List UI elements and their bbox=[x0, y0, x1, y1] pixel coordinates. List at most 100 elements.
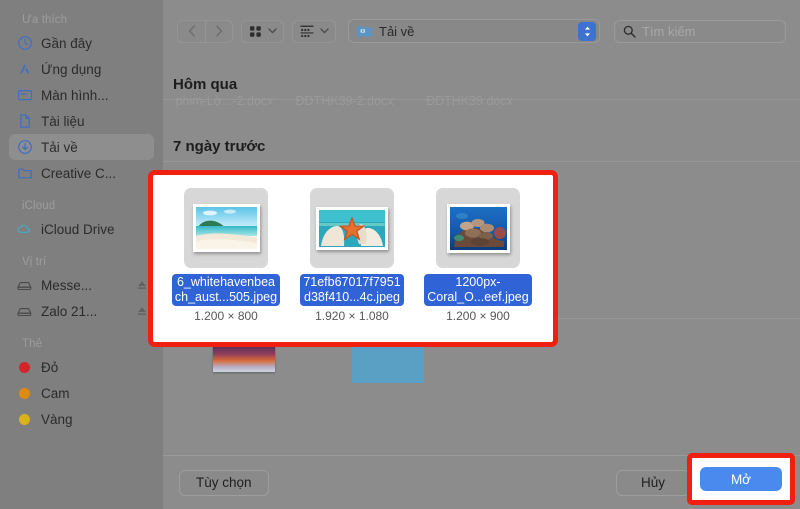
photo-frame bbox=[447, 204, 510, 253]
section-title: Hôm qua bbox=[163, 62, 800, 93]
thumbnail-tile bbox=[310, 188, 394, 268]
sidebar-item-documents[interactable]: Tài liệu bbox=[9, 108, 154, 134]
section-title: 7 ngày trước bbox=[163, 124, 800, 155]
file-name: 6_whitehavenbea ch_aust...505.jpeg bbox=[172, 274, 280, 306]
sidebar-group-title: Ưa thích bbox=[0, 14, 163, 30]
list-item[interactable] bbox=[324, 327, 449, 387]
sidebar-item-label: Gần đây bbox=[41, 36, 92, 51]
sidebar-group-locations: Vị trí Messe... Zalo 21... bbox=[0, 256, 163, 324]
sidebar: Ưa thích Gần đây Ứng dụng Màn hình... bbox=[0, 0, 163, 509]
sidebar-item-tag-red[interactable]: Đỏ bbox=[9, 354, 154, 380]
list-item-selected[interactable]: 6_whitehavenbea ch_aust...505.jpeg 1.200… bbox=[163, 184, 289, 323]
sidebar-item-label: Tải về bbox=[41, 140, 78, 155]
sidebar-item-label: Zalo 21... bbox=[41, 304, 97, 319]
sidebar-item-label: Ứng dụng bbox=[41, 62, 101, 77]
toolbar: Tải về Tìm kiếm bbox=[163, 0, 800, 62]
download-icon bbox=[16, 139, 33, 156]
list-item-selected[interactable]: 1200px- Coral_O...eef.jpeg 1.200 × 900 bbox=[415, 184, 541, 323]
chevron-down-icon bbox=[320, 28, 329, 34]
sidebar-item-recent[interactable]: Gần đây bbox=[9, 30, 154, 56]
file-name: 1200px- Coral_O...eef.jpeg bbox=[424, 274, 531, 306]
file-row bbox=[163, 327, 800, 387]
sidebar-item-desktop[interactable]: Màn hình... bbox=[9, 82, 154, 108]
disk-icon bbox=[16, 277, 33, 294]
search-input[interactable]: Tìm kiếm bbox=[614, 20, 786, 43]
thumbnail-sunset bbox=[213, 331, 275, 372]
tag-dot-red-icon bbox=[16, 359, 33, 376]
forward-button[interactable] bbox=[205, 21, 232, 42]
group-by-button[interactable] bbox=[292, 20, 336, 43]
options-button[interactable]: Tùy chọn bbox=[179, 470, 269, 496]
section-yesterday: Hôm qua phim-Lờ...-2.docx ĐDTHK39-2.docx… bbox=[163, 62, 800, 108]
photo-frame bbox=[193, 204, 260, 252]
file-name: ĐDTHK39.docx bbox=[426, 94, 513, 108]
appstore-icon bbox=[16, 61, 33, 78]
sidebar-item-label: Màn hình... bbox=[41, 88, 109, 103]
file-dimensions: 1.200 × 900 bbox=[446, 309, 510, 323]
chevron-right-icon bbox=[215, 25, 223, 37]
sidebar-item-tag-yellow[interactable]: Vàng bbox=[9, 406, 154, 432]
view-mode-button[interactable] bbox=[241, 20, 284, 43]
list-item[interactable]: ĐDTHK39-2.docx bbox=[282, 90, 407, 108]
file-name: phim-Lờ...-2.docx bbox=[176, 94, 274, 108]
thumbnail-tile bbox=[184, 188, 268, 268]
sidebar-item-label: Vàng bbox=[41, 412, 73, 427]
sidebar-group-title: Thẻ bbox=[0, 338, 163, 354]
sidebar-item-icloud-drive[interactable]: iCloud Drive bbox=[9, 216, 154, 242]
list-item[interactable]: phim-Lờ...-2.docx bbox=[167, 90, 282, 108]
folder-icon bbox=[350, 331, 424, 387]
sidebar-item-tag-orange[interactable]: Cam bbox=[9, 380, 154, 406]
folder-icon bbox=[16, 165, 33, 182]
chevron-down-icon bbox=[268, 28, 277, 34]
sidebar-group-tags: Thẻ Đỏ Cam Vàng bbox=[0, 338, 163, 432]
search-placeholder: Tìm kiếm bbox=[642, 24, 695, 39]
divider bbox=[163, 161, 800, 162]
section-last-7-days: 7 ngày trước bbox=[163, 124, 800, 162]
sidebar-item-label: Messe... bbox=[41, 278, 92, 293]
group-by-icon bbox=[299, 24, 315, 39]
sidebar-item-applications[interactable]: Ứng dụng bbox=[9, 56, 154, 82]
list-item[interactable] bbox=[181, 327, 306, 387]
sidebar-item-zalo[interactable]: Zalo 21... bbox=[9, 298, 154, 324]
sidebar-item-messe[interactable]: Messe... bbox=[9, 272, 154, 298]
tag-dot-yellow-icon bbox=[16, 411, 33, 428]
thumbnail-tile bbox=[436, 188, 520, 268]
sidebar-item-downloads[interactable]: Tải về bbox=[9, 134, 154, 160]
list-item[interactable]: ĐDTHK39.docx bbox=[407, 90, 532, 108]
eject-icon[interactable] bbox=[136, 305, 148, 317]
sidebar-item-label: iCloud Drive bbox=[41, 222, 115, 237]
thumbnail-coral bbox=[450, 207, 507, 250]
up-down-stepper-icon[interactable] bbox=[578, 22, 596, 41]
folder-icon bbox=[356, 24, 373, 38]
sidebar-item-label: Cam bbox=[41, 386, 70, 401]
sidebar-item-label: Creative C... bbox=[41, 166, 116, 181]
path-label: Tải về bbox=[379, 24, 414, 39]
desktop-icon bbox=[16, 87, 33, 104]
thumbnail-beach bbox=[196, 207, 257, 249]
cancel-button[interactable]: Hủy bbox=[616, 470, 690, 496]
path-popup-button[interactable]: Tải về bbox=[348, 19, 600, 43]
file-row: phim-Lờ...-2.docx ĐDTHK39-2.docx ĐDTHK39… bbox=[163, 90, 800, 108]
sidebar-item-creative-cloud[interactable]: Creative C... bbox=[9, 160, 154, 186]
sidebar-group-title: Vị trí bbox=[0, 256, 163, 272]
navigation-segmented-control bbox=[177, 20, 233, 43]
eject-icon[interactable] bbox=[136, 279, 148, 291]
sidebar-group-icloud: iCloud iCloud Drive bbox=[0, 200, 163, 242]
disk-icon bbox=[16, 303, 33, 320]
back-button[interactable] bbox=[178, 21, 205, 42]
document-icon bbox=[16, 113, 33, 130]
search-icon bbox=[623, 25, 636, 38]
sidebar-item-label: Tài liệu bbox=[41, 114, 85, 129]
list-item-selected[interactable]: 71efb67017f7951 d38f410...4c.jpeg 1.920 … bbox=[289, 184, 415, 323]
cloud-icon bbox=[16, 221, 33, 238]
photo-frame bbox=[316, 207, 388, 250]
grid-view-icon bbox=[248, 24, 263, 39]
sidebar-group-title: iCloud bbox=[0, 200, 163, 216]
file-dimensions: 1.200 × 800 bbox=[194, 309, 258, 323]
chevron-left-icon bbox=[188, 25, 196, 37]
sidebar-item-label: Đỏ bbox=[41, 360, 58, 375]
open-button-highlighted[interactable]: Mở bbox=[700, 467, 782, 491]
tag-dot-orange-icon bbox=[16, 385, 33, 402]
clock-icon bbox=[16, 35, 33, 52]
file-name: ĐDTHK39-2.docx bbox=[296, 94, 394, 108]
